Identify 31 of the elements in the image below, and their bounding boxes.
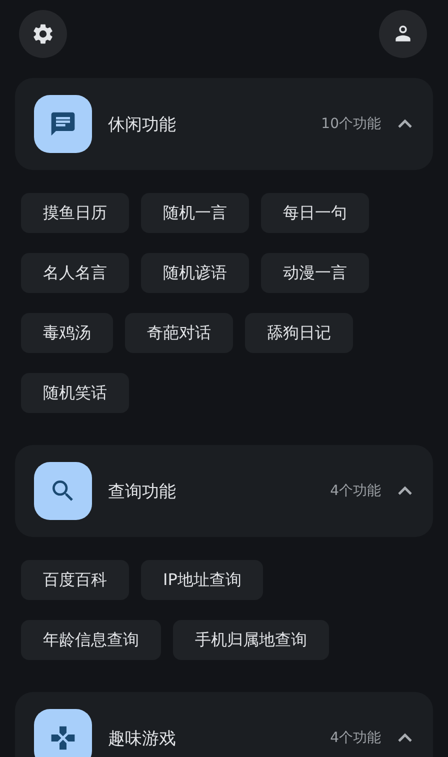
category-header[interactable]: 查询功能 4个功能 <box>15 445 433 537</box>
feature-chip[interactable]: 动漫一言 <box>261 253 369 293</box>
feature-count: 4个功能 <box>330 729 381 747</box>
chevron-icon[interactable] <box>397 733 413 743</box>
chevron-icon[interactable] <box>397 486 413 496</box>
chevron-icon[interactable] <box>397 119 413 129</box>
feature-chip[interactable]: 随机谚语 <box>141 253 249 293</box>
category-header[interactable]: 趣味游戏 4个功能 <box>15 692 433 757</box>
feature-chip[interactable]: 舔狗日记 <box>245 313 353 353</box>
feature-chip[interactable]: 毒鸡汤 <box>21 313 113 353</box>
feature-chip[interactable]: IP地址查询 <box>141 560 264 600</box>
feature-chip[interactable]: 百度百科 <box>21 560 129 600</box>
feature-chip[interactable]: 随机笑话 <box>21 373 129 413</box>
settings-button[interactable] <box>19 10 67 58</box>
feature-chip[interactable]: 随机一言 <box>141 193 249 233</box>
feature-chip[interactable]: 名人名言 <box>21 253 129 293</box>
category-title: 休闲功能 <box>108 114 177 136</box>
category-title: 趣味游戏 <box>108 728 177 750</box>
settings-icon <box>31 22 55 46</box>
gamepad-icon <box>49 724 77 752</box>
category-header[interactable]: 休闲功能 10个功能 <box>15 78 433 170</box>
message-icon <box>49 110 77 138</box>
feature-chip[interactable]: 奇葩对话 <box>125 313 233 353</box>
feature-count: 4个功能 <box>330 482 381 500</box>
feature-chip[interactable]: 手机归属地查询 <box>173 620 329 660</box>
category-title: 查询功能 <box>108 480 177 502</box>
feature-count: 10个功能 <box>321 115 381 133</box>
feature-chip[interactable]: 年龄信息查询 <box>21 620 161 660</box>
feature-chip[interactable]: 摸鱼日历 <box>21 193 129 233</box>
feature-chip[interactable]: 每日一句 <box>261 193 369 233</box>
profile-button[interactable] <box>379 10 427 58</box>
